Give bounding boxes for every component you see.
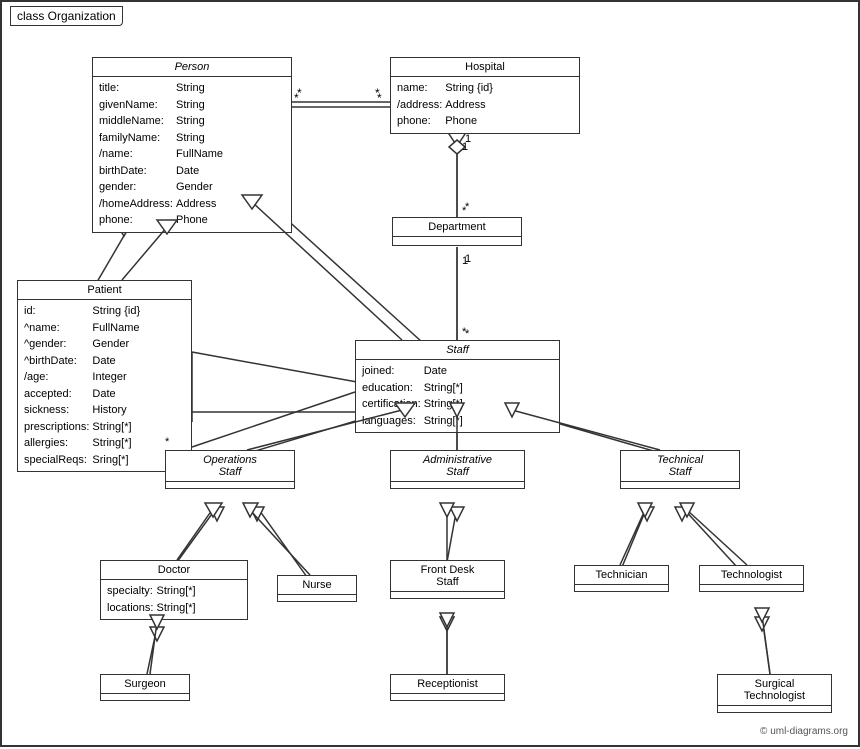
svg-text:1: 1	[462, 141, 468, 153]
class-operations-staff-body	[166, 482, 294, 488]
svg-text:1: 1	[465, 133, 471, 145]
class-staff-body: joined:Date education:String[*] certific…	[356, 360, 559, 432]
class-technician: Technician	[574, 565, 669, 592]
class-surgical-technologist-body	[718, 706, 831, 712]
svg-text:*: *	[375, 86, 380, 100]
class-technologist-title: Technologist	[700, 566, 803, 585]
svg-text:*: *	[297, 86, 302, 100]
svg-text:*: *	[377, 91, 382, 105]
svg-text:*: *	[465, 201, 470, 213]
svg-text:1: 1	[465, 253, 471, 265]
class-surgeon: Surgeon	[100, 674, 190, 701]
class-doctor-body: specialty:String[*] locations:String[*]	[101, 580, 247, 619]
class-front-desk-staff-body	[391, 592, 504, 598]
class-patient: Patient id:String {id} ^name:FullName ^g…	[17, 280, 192, 472]
class-front-desk-staff: Front Desk Staff	[390, 560, 505, 599]
class-surgeon-title: Surgeon	[101, 675, 189, 694]
class-surgical-technologist: Surgical Technologist	[717, 674, 832, 713]
class-staff: Staff joined:Date education:String[*] ce…	[355, 340, 560, 433]
class-nurse-title: Nurse	[278, 576, 356, 595]
class-technician-title: Technician	[575, 566, 668, 585]
class-person: Person title:String givenName:String mid…	[92, 57, 292, 233]
class-receptionist-body	[391, 694, 504, 700]
class-operations-staff: Operations Staff	[165, 450, 295, 489]
diagram-container: class Organization * * 1 * 1 *	[0, 0, 860, 747]
class-receptionist: Receptionist	[390, 674, 505, 701]
copyright: © uml-diagrams.org	[760, 726, 848, 737]
class-department-body	[393, 237, 521, 245]
class-department: Department	[392, 217, 522, 246]
class-doctor: Doctor specialty:String[*] locations:Str…	[100, 560, 248, 620]
class-technical-staff: Technical Staff	[620, 450, 740, 489]
class-technical-staff-body	[621, 482, 739, 488]
class-administrative-staff: Administrative Staff	[390, 450, 525, 489]
class-patient-title: Patient	[18, 281, 191, 300]
class-staff-title: Staff	[356, 341, 559, 360]
class-patient-body: id:String {id} ^name:FullName ^gender:Ge…	[18, 300, 191, 471]
class-operations-staff-title: Operations Staff	[166, 451, 294, 482]
class-technologist-body	[700, 585, 803, 591]
class-surgeon-body	[101, 694, 189, 700]
class-nurse-body	[278, 595, 356, 601]
class-hospital-title: Hospital	[391, 58, 579, 77]
class-receptionist-title: Receptionist	[391, 675, 504, 694]
class-technician-body	[575, 585, 668, 591]
class-person-body: title:String givenName:String middleName…	[93, 77, 291, 232]
class-hospital-body: name:String {id} /address:Address phone:…	[391, 77, 579, 133]
svg-text:*: *	[462, 326, 467, 338]
class-person-title: Person	[93, 58, 291, 77]
class-doctor-title: Doctor	[101, 561, 247, 580]
class-surgical-technologist-title: Surgical Technologist	[718, 675, 831, 706]
class-nurse: Nurse	[277, 575, 357, 602]
diagram-title: class Organization	[10, 6, 123, 26]
class-technologist: Technologist	[699, 565, 804, 592]
class-hospital: Hospital name:String {id} /address:Addre…	[390, 57, 580, 134]
svg-text:1: 1	[462, 255, 468, 267]
svg-text:*: *	[294, 91, 299, 105]
class-technical-staff-title: Technical Staff	[621, 451, 739, 482]
class-administrative-staff-body	[391, 482, 524, 488]
class-front-desk-staff-title: Front Desk Staff	[391, 561, 504, 592]
class-department-title: Department	[393, 218, 521, 237]
svg-text:*: *	[465, 328, 470, 340]
svg-text:*: *	[462, 205, 467, 217]
class-administrative-staff-title: Administrative Staff	[391, 451, 524, 482]
